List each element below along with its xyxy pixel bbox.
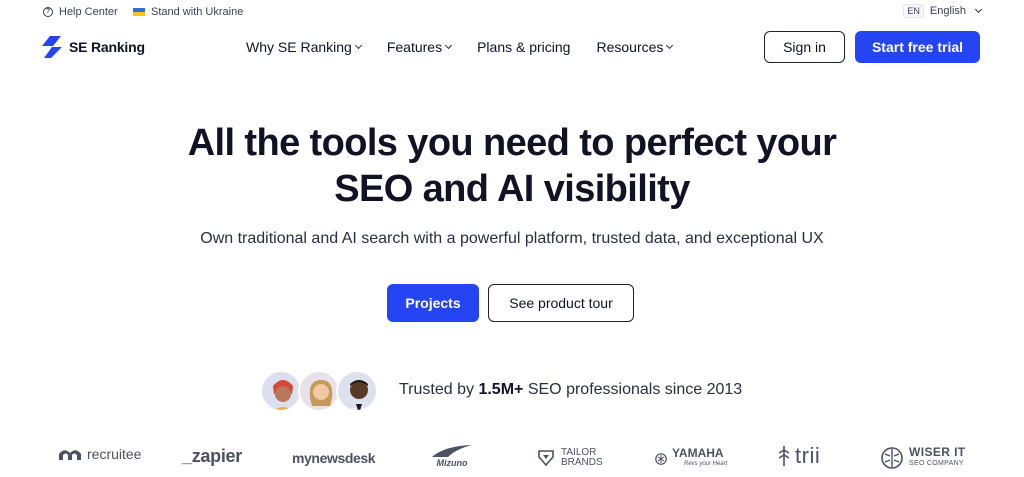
trusted-prefix: Trusted by	[399, 381, 474, 398]
wiser-it-brain-icon	[881, 447, 903, 469]
mynewsdesk-wordmark: mynewsdesk	[292, 450, 376, 466]
wiser-it-logo: WISER IT SEO COMPANY	[880, 446, 966, 470]
trii-logo: trii	[778, 443, 820, 469]
chevron-down-icon	[974, 5, 983, 14]
wiser-it-line2: SEO COMPANY	[909, 460, 964, 467]
client-logos: recruitee _zapier mynewsdesk Mizuno TAIL…	[0, 440, 1024, 477]
nav-plans-pricing-label: Plans & pricing	[477, 39, 571, 55]
product-tour-button[interactable]: See product tour	[488, 284, 634, 322]
user-avatars	[260, 370, 380, 414]
projects-button[interactable]: Projects	[387, 284, 479, 322]
tailor-brands-icon	[538, 450, 554, 467]
recruitee-icon	[59, 450, 81, 460]
language-code: EN	[903, 4, 924, 18]
avatar	[336, 370, 378, 412]
yamaha-tuning-fork-icon	[655, 453, 667, 465]
mizuno-logo: Mizuno	[430, 444, 474, 468]
ukraine-flag-icon	[133, 8, 145, 16]
mizuno-wordmark: Mizuno	[436, 458, 468, 468]
nav-plans-pricing[interactable]: Plans & pricing	[477, 39, 570, 55]
help-center-link[interactable]: ? Help Center	[43, 6, 118, 18]
tailor-brands-line2: BRANDS	[561, 457, 603, 468]
hero-title: All the tools you need to perfect your S…	[0, 120, 1024, 212]
trii-tree-icon	[778, 446, 790, 466]
nav-resources-label: Resources	[596, 39, 664, 55]
zapier-wordmark: _zapier	[182, 446, 242, 466]
stand-with-ukraine-link[interactable]: Stand with Ukraine	[133, 6, 243, 18]
yamaha-tagline: Revs your Heart	[684, 461, 728, 467]
trii-wordmark: trii	[795, 443, 821, 468]
chevron-down-icon	[666, 41, 674, 50]
trusted-suffix: SEO professionals since 2013	[527, 381, 743, 398]
start-free-trial-button[interactable]: Start free trial	[855, 31, 980, 63]
nav-why-se-ranking-label: Why SE Ranking	[246, 39, 352, 55]
language-label: English	[929, 5, 966, 17]
yamaha-logo: YAMAHA Revs your Heart	[655, 446, 728, 470]
yamaha-wordmark: YAMAHA	[672, 446, 724, 460]
sign-in-button[interactable]: Sign in	[764, 31, 845, 63]
recruitee-logo: recruitee	[58, 446, 141, 462]
main-nav: Why SE Ranking Features Plans & pricing …	[246, 39, 674, 55]
trusted-by-text: Trusted by 1.5M+ SEO professionals since…	[399, 381, 742, 399]
help-center-label: Help Center	[59, 6, 118, 18]
recruitee-wordmark: recruitee	[87, 446, 142, 462]
nav-resources[interactable]: Resources	[596, 39, 674, 55]
utility-bar: ? Help Center Stand with Ukraine EN Engl…	[0, 0, 1024, 26]
help-icon: ?	[43, 7, 53, 17]
avatar	[260, 370, 302, 412]
tailor-brands-logo: TAILOR BRANDS	[536, 448, 603, 468]
chevron-down-icon	[445, 41, 453, 50]
nav-features-label: Features	[386, 39, 443, 55]
nav-features[interactable]: Features	[386, 39, 453, 55]
language-selector[interactable]: EN English	[903, 4, 983, 18]
brand-name: SE Ranking	[69, 39, 145, 55]
nav-why-se-ranking[interactable]: Why SE Ranking	[246, 39, 362, 55]
zapier-logo: _zapier	[182, 446, 242, 467]
trusted-count: 1.5M+	[478, 381, 524, 398]
chevron-down-icon	[354, 41, 362, 50]
hero-title-line1: All the tools you need to perfect your	[187, 122, 837, 164]
se-ranking-logo[interactable]: SE Ranking	[41, 35, 145, 59]
mizuno-runbird-icon	[432, 445, 472, 457]
se-ranking-logo-icon	[42, 36, 62, 58]
wiser-it-line1: WISER IT	[909, 445, 966, 459]
avatar	[298, 370, 340, 412]
hero-title-line2: SEO and AI visibility	[334, 168, 690, 210]
ukraine-label: Stand with Ukraine	[151, 6, 244, 18]
mynewsdesk-logo: mynewsdesk	[292, 450, 376, 466]
hero-subtitle: Own traditional and AI search with a pow…	[200, 230, 824, 247]
